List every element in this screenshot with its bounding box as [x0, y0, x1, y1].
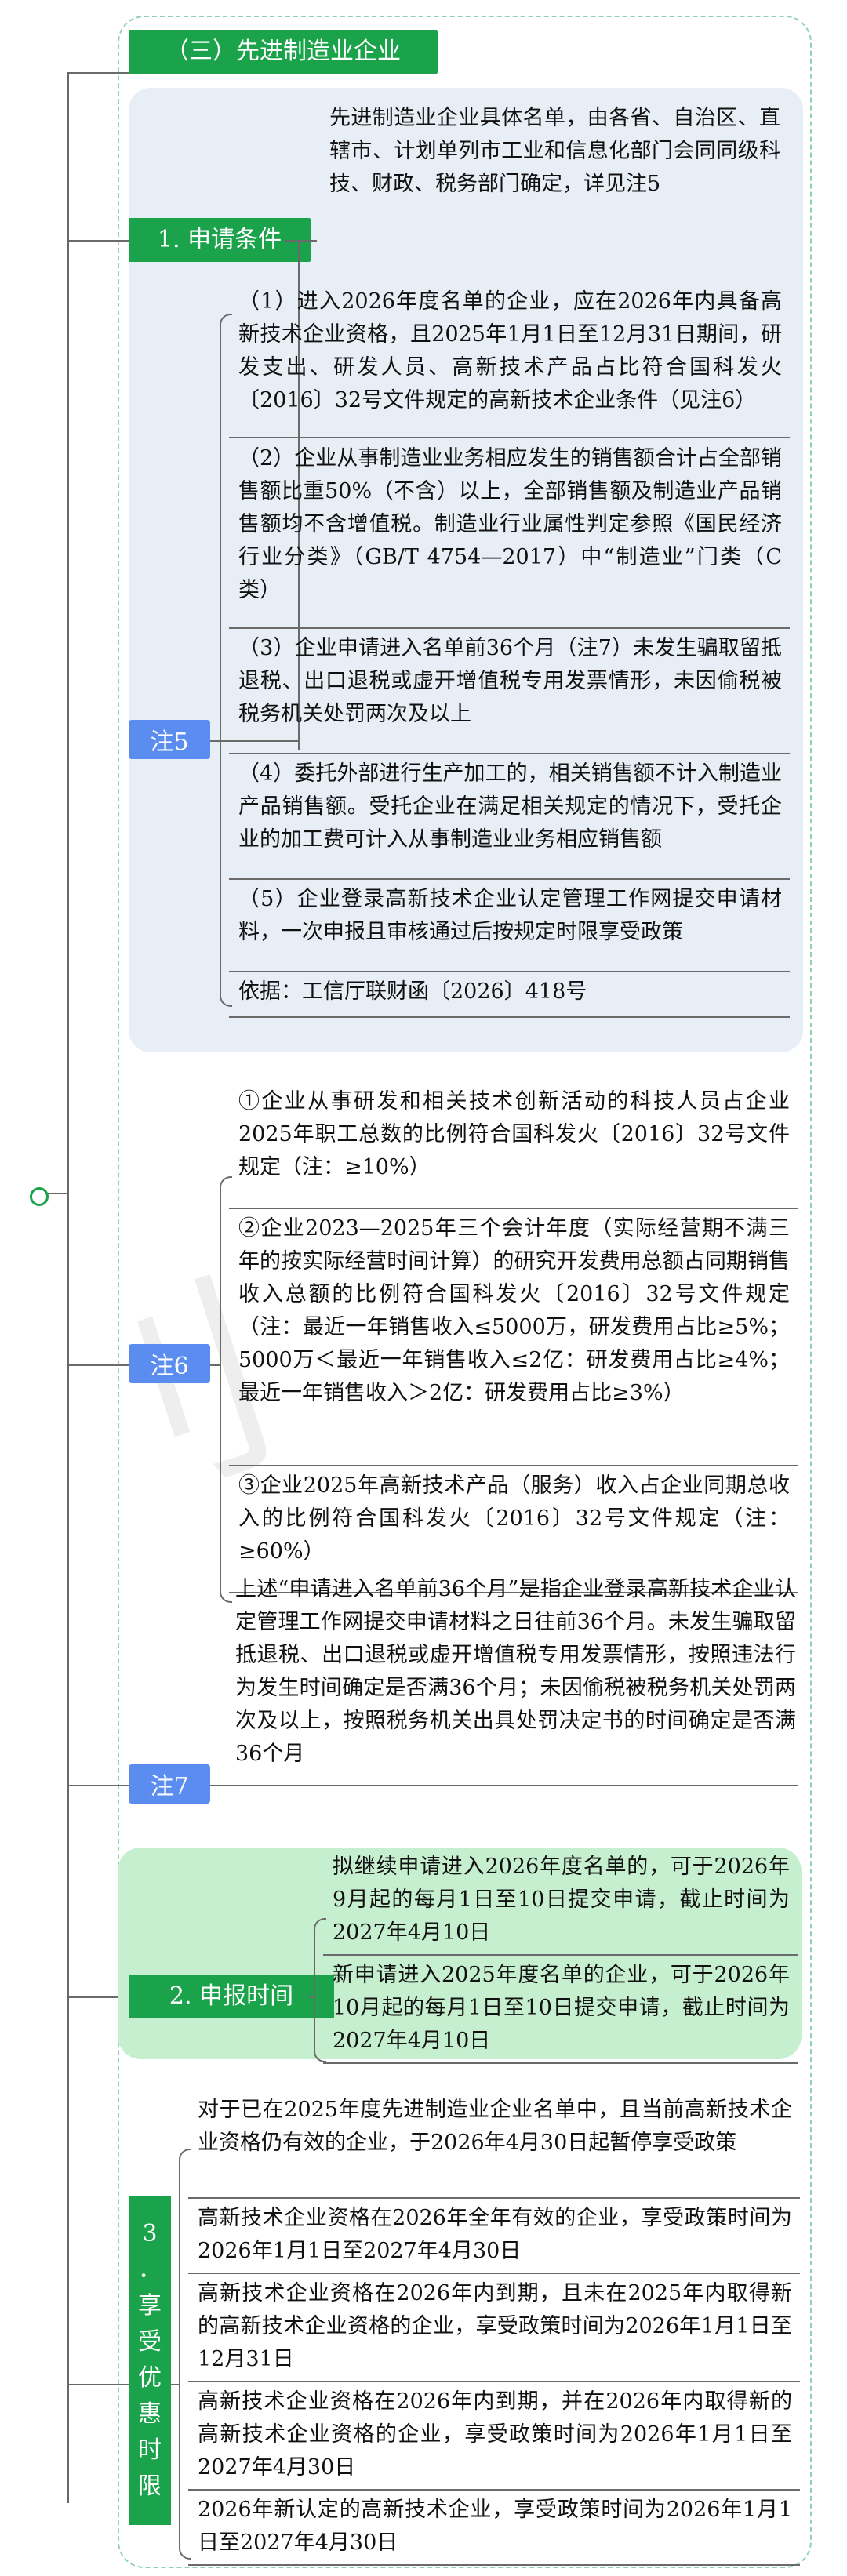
leaf-underline: [323, 2062, 798, 2064]
period-tag-char: ．: [138, 2256, 162, 2284]
note5-item-4: （4）委托外部进行生产加工的，相关销售额不计入制造业产品销售额。受托企业在满足相…: [238, 761, 782, 852]
note5-item-1: （1）进入2026年度名单的企业，应在2026年内具备高新技术企业资格，且202…: [238, 289, 782, 412]
leaf-underline: [229, 1016, 790, 1018]
note6-item-1: ①企业从事研发和相关技术创新活动的科技人员占企业2025年职工总数的比例符合国科…: [238, 1089, 790, 1179]
condition-intro: 先进制造业企业具体名单，由各省、自治区、直辖市、计划单列市工业和信息化部门会同同…: [329, 106, 780, 196]
note5-item-5: （5）企业登录高新技术企业认定管理工作网提交申请材料，一次申报且审核通过后按规定…: [238, 887, 782, 944]
period-tag-char: 限: [138, 2472, 162, 2500]
period-item-1: 高新技术企业资格在2026年全年有效的企业，享受政策时间为2026年1月1日至2…: [198, 2206, 792, 2263]
root-node[interactable]: [30, 1187, 49, 1206]
apply-time-item-1: 拟继续申请进入2026年度名单的，可于2026年9月起的每月1日至10日提交申请…: [333, 1855, 790, 1945]
apply-time-item-2: 新申请进入2025年度名单的企业，可于2026年10月起的每月1日至10日提交申…: [333, 1963, 790, 2053]
condition-tag[interactable]: 1. 申请条件: [129, 218, 311, 262]
branch-period: [67, 2384, 129, 2385]
section-title: （三）先进制造业企业: [129, 30, 438, 74]
leaf-underline: [188, 2564, 800, 2566]
note7-tag[interactable]: 注7: [129, 1764, 210, 1804]
period-tag-char: 惠: [138, 2400, 162, 2428]
branch-note7: [67, 1785, 129, 1786]
period-tag[interactable]: 3 ． 享 受 优 惠 时 限: [129, 2196, 171, 2525]
note5-item-3: （3）企业申请进入名单前36个月（注7）未发生骗取留抵退税、出口退税或虚开增值税…: [238, 636, 782, 726]
leaf-underline: [229, 437, 790, 438]
period-tag-char: 享: [138, 2292, 162, 2320]
period-item-4: 2026年新认定的高新技术企业，享受政策时间为2026年1月1日至2027年4月…: [198, 2498, 792, 2555]
note6-tag[interactable]: 注6: [129, 1344, 210, 1383]
note5-tag[interactable]: 注5: [129, 720, 210, 759]
spine-line: [67, 72, 69, 2503]
period-tag-char: 时: [138, 2436, 162, 2464]
connector-period: [171, 2384, 180, 2385]
apply-time-tag[interactable]: 2. 申报时间: [129, 1975, 334, 2018]
connector-note6: [210, 1364, 221, 1366]
connector-intro: [285, 240, 317, 242]
note7-text: 上述“申请进入名单前36个月”是指企业登录高新技术企业认定管理工作网提交申请材料…: [235, 1577, 796, 1766]
period-tag-char: 受: [138, 2328, 162, 2356]
note5-item-2: （2）企业从事制造业业务相应发生的销售额合计占全部销售额比重50%（不含）以上，…: [238, 446, 782, 602]
period-intro: 对于已在2025年度先进制造业企业名单中，且当前高新技术企业资格仍有效的企业，于…: [198, 2098, 792, 2155]
period-item-2: 高新技术企业资格在2026年内到期，且未在2025年内取得新的高新技术企业资格的…: [198, 2281, 792, 2371]
connector-apply-time: [309, 1996, 315, 1998]
branch-condition: [67, 240, 129, 242]
note5-basis: 依据：工信厅联财函〔2026〕418号: [238, 979, 587, 1004]
period-tag-char: 3: [142, 2220, 158, 2247]
note6-item-2: ②企业2023—2025年三个会计年度（实际经营期不满三年的按实际经营时间计算）…: [238, 1216, 790, 1405]
note7-underline: [210, 1785, 798, 1786]
branch-title: [67, 72, 129, 74]
branch-note6: [67, 1364, 129, 1366]
period-tag-char: 优: [138, 2364, 162, 2392]
period-item-3: 高新技术企业资格在2026年内到期，并在2026年内取得新的高新技术企业资格的企…: [198, 2389, 792, 2480]
